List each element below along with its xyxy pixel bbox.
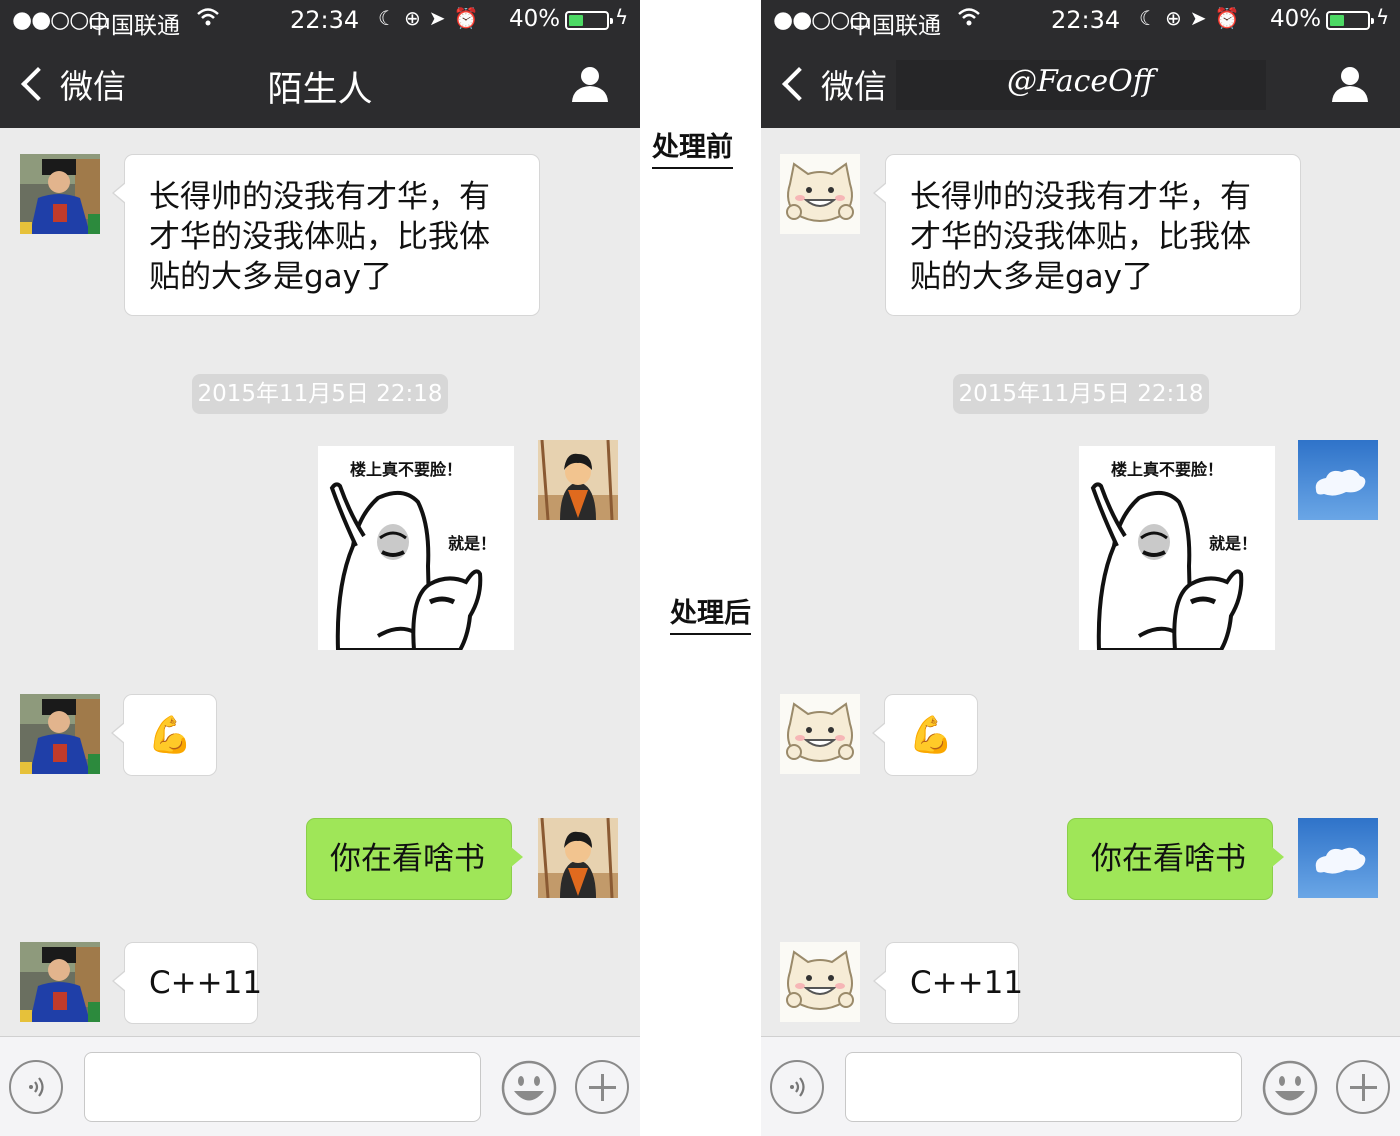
meme-sticker[interactable]: 楼上真不要脸！ 就是！ [1079,446,1275,650]
sent-message-bubble[interactable]: 你在看啥书 [1067,818,1284,900]
wifi-icon [196,6,220,33]
sticker-caption-top: 楼上真不要脸！ [350,460,463,479]
carrier-name: 中国联通 [88,13,180,39]
label-before: 处理前 [652,131,733,169]
contact-avatar[interactable] [780,694,860,774]
watermark-title: @FaceOff [1006,64,1155,99]
person-icon[interactable] [570,64,610,104]
self-avatar[interactable] [538,440,618,520]
sticker-caption-bottom: 就是！ [448,534,497,553]
person-icon[interactable] [1330,64,1370,104]
status-icons: ☾⊕➤⏰ [1139,6,1247,30]
message-bubble[interactable]: 长得帅的没我有才华，有才华的没我体贴，比我体贴的大多是gay了 [873,154,1301,316]
meme-sticker[interactable]: 楼上真不要脸！ 就是！ [318,446,514,650]
sticker-caption-top: 楼上真不要脸！ [1111,460,1224,479]
status-bar: ●●○○○ 中国联通 22:34 ☾⊕➤⏰ 40% ϟ [761,0,1400,42]
self-avatar[interactable] [1298,440,1378,520]
message-bubble[interactable]: C++11 [112,942,262,1024]
moon-icon: ☾ [378,6,404,30]
plus-icon[interactable] [575,1060,629,1114]
location-arrow-icon: ➤ [428,6,454,30]
message-timestamp: 2015年11月5日 22:18 [953,374,1209,414]
moon-icon: ☾ [1139,6,1165,30]
emoji-face-icon[interactable] [501,1060,557,1116]
charging-bolt-icon: ϟ [1376,5,1390,29]
location-arrow-icon: ➤ [1189,6,1215,30]
input-bar [761,1036,1400,1136]
lock-rotation-icon: ⊕ [403,6,429,30]
message-bubble-emoji[interactable]: 💪 [111,694,217,776]
contact-avatar[interactable] [20,694,100,774]
battery-percent: 40% [1270,6,1322,32]
self-avatar[interactable] [1298,818,1378,898]
contact-avatar[interactable] [780,942,860,1022]
sticker-caption-bottom: 就是！ [1209,534,1258,553]
nav-bar: 微信 陌生人 [0,42,640,128]
label-after: 处理后 [670,597,751,635]
chat-screen-before: ●●○○○ 中国联通 22:34 ☾⊕➤⏰ 40% ϟ 微信 陌生人 长得帅的没… [0,0,640,1136]
contact-avatar[interactable] [20,154,100,234]
page-title: 陌生人 [267,70,373,110]
input-bar [0,1036,640,1136]
plus-icon[interactable] [1336,1060,1390,1114]
charging-bolt-icon: ϟ [615,5,629,29]
nav-bar: 微信 @FaceOff [761,42,1400,128]
lock-rotation-icon: ⊕ [1164,6,1190,30]
alarm-icon: ⏰ [1214,6,1248,30]
battery-percent: 40% [509,6,561,32]
message-bubble[interactable]: C++11 [873,942,1023,1024]
status-icons: ☾⊕➤⏰ [378,6,486,30]
contact-avatar[interactable] [780,154,860,234]
battery-icon [565,11,613,30]
sent-message-bubble[interactable]: 你在看啥书 [306,818,523,900]
self-avatar[interactable] [538,818,618,898]
wifi-icon [957,6,981,33]
message-bubble[interactable]: 长得帅的没我有才华，有才华的没我体贴，比我体贴的大多是gay了 [112,154,540,316]
contact-avatar[interactable] [20,942,100,1022]
message-bubble-emoji[interactable]: 💪 [872,694,978,776]
chat-screen-after: ●●○○○ 中国联通 22:34 ☾⊕➤⏰ 40% ϟ 微信 @FaceOff … [761,0,1400,1136]
voice-icon[interactable] [9,1060,63,1114]
message-input[interactable] [84,1052,481,1122]
battery-icon [1326,11,1374,30]
message-input[interactable] [845,1052,1242,1122]
emoji-face-icon[interactable] [1262,1060,1318,1116]
clock: 22:34 [290,6,360,34]
message-timestamp: 2015年11月5日 22:18 [192,374,448,414]
carrier-name: 中国联通 [849,13,941,39]
voice-icon[interactable] [770,1060,824,1114]
clock: 22:34 [1051,6,1121,34]
comparison-divider [640,0,761,1136]
status-bar: ●●○○○ 中国联通 22:34 ☾⊕➤⏰ 40% ϟ [0,0,640,42]
alarm-icon: ⏰ [453,6,487,30]
